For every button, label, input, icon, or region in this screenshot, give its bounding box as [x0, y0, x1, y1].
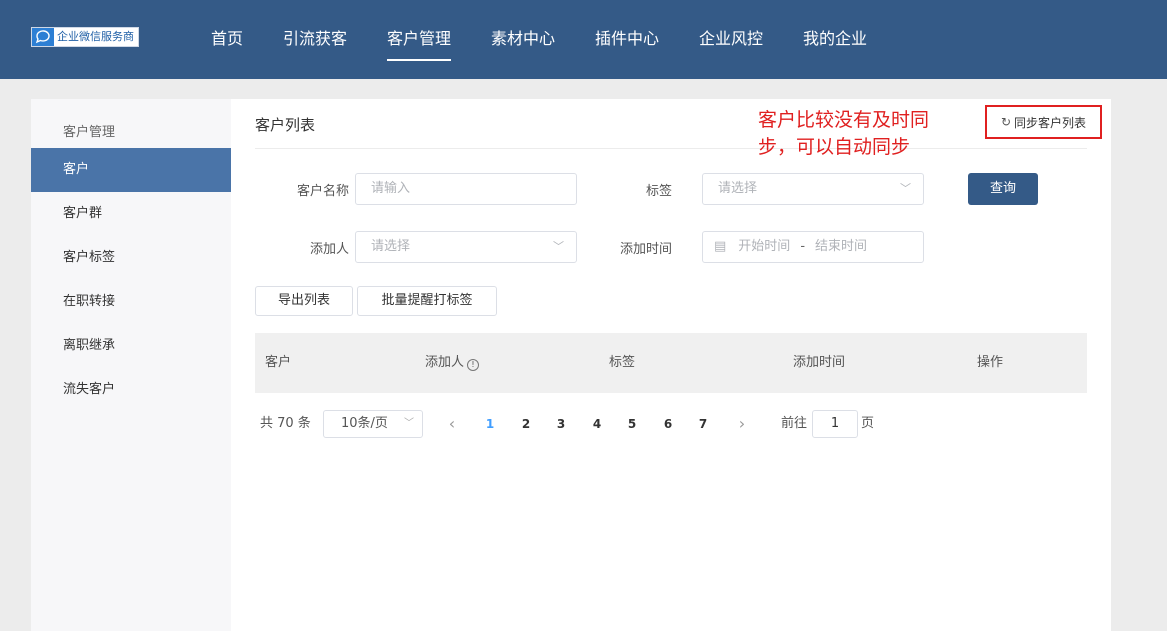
customer-name-placeholder: 请输入: [371, 181, 411, 196]
refresh-icon: ↻: [1000, 115, 1012, 129]
page-title: 客户列表: [255, 116, 316, 134]
page-size-select[interactable]: 10条/页 ﹀: [323, 410, 423, 438]
range-separator: -: [800, 239, 806, 254]
prev-page-button[interactable]: ‹: [442, 410, 462, 438]
add-time-range-picker[interactable]: ▤ 开始时间 - 结束时间: [702, 231, 924, 263]
info-icon[interactable]: !: [467, 359, 480, 371]
nav-risk-control[interactable]: 企业风控: [699, 28, 763, 50]
column-adder-label: 添加人: [425, 355, 465, 370]
sidebar-item-lost-customers[interactable]: 流失客户: [31, 368, 231, 412]
sync-highlight-box: ↻ 同步客户列表: [985, 105, 1102, 139]
add-time-label: 添加时间: [619, 242, 672, 257]
start-time-placeholder: 开始时间: [738, 239, 791, 254]
page-7[interactable]: 7: [693, 410, 713, 438]
main-content: 客户列表 客户比较没有及时同步，可以自动同步 ↻ 同步客户列表 客户名称 请输入…: [255, 99, 1102, 631]
sync-customer-list-button[interactable]: ↻ 同步客户列表: [1001, 114, 1086, 131]
sidebar: 客户管理 客户 客户群 客户标签 在职转接 离职继承 流失客户: [31, 99, 231, 631]
logo-text: 企业微信服务商: [57, 30, 134, 43]
sidebar-item-customers[interactable]: 客户: [31, 148, 231, 192]
title-divider: [255, 148, 1087, 149]
tag-placeholder: 请选择: [718, 181, 758, 196]
sidebar-item-customer-tags[interactable]: 客户标签: [31, 236, 231, 280]
total-count: 共 70 条: [260, 416, 311, 431]
search-button[interactable]: 查询: [968, 173, 1038, 205]
page-size-value: 10条/页: [341, 416, 388, 431]
page-2[interactable]: 2: [516, 410, 536, 438]
table-header: 客户 添加人! 标签 添加时间 操作: [255, 333, 1087, 393]
sync-button-label: 同步客户列表: [1014, 115, 1087, 130]
column-actions: 操作: [977, 355, 1004, 370]
export-list-button[interactable]: 导出列表: [255, 286, 353, 316]
chevron-down-icon: ﹀: [553, 240, 564, 253]
brand-logo[interactable]: 企业微信服务商: [31, 27, 139, 47]
sidebar-title: 客户管理: [63, 125, 116, 140]
sidebar-item-resigned-inherit[interactable]: 离职继承: [31, 324, 231, 368]
page-4[interactable]: 4: [587, 410, 607, 438]
column-adder: 添加人!: [425, 333, 480, 393]
goto-page-input[interactable]: 1: [812, 410, 858, 438]
calendar-icon: ▤: [714, 239, 727, 254]
tag-label: 标签: [645, 184, 672, 199]
chat-bubble-icon: [32, 28, 54, 46]
pagination: 共 70 条 10条/页 ﹀ ‹ 1 2 3 4 5 6 7 › 前往 1 页: [255, 410, 1087, 438]
nav-home[interactable]: 首页: [211, 28, 243, 50]
customer-name-label: 客户名称: [296, 184, 349, 199]
column-tags: 标签: [609, 355, 636, 370]
end-time-placeholder: 结束时间: [815, 239, 868, 254]
page-6[interactable]: 6: [658, 410, 678, 438]
content-panel: 客户管理 客户 客户群 客户标签 在职转接 离职继承 流失客户 客户列表 客户比…: [31, 99, 1111, 631]
annotation-note: 客户比较没有及时同步，可以自动同步: [758, 109, 930, 158]
page-1[interactable]: 1: [480, 410, 500, 438]
adder-label: 添加人: [309, 242, 349, 257]
sidebar-item-customer-groups[interactable]: 客户群: [31, 192, 231, 236]
tag-select[interactable]: 请选择 ﹀: [702, 173, 924, 205]
goto-suffix: 页: [861, 416, 875, 431]
nav-my-enterprise[interactable]: 我的企业: [803, 28, 867, 50]
customer-name-input[interactable]: 请输入: [355, 173, 577, 205]
next-page-button[interactable]: ›: [732, 410, 752, 438]
adder-placeholder: 请选择: [371, 239, 411, 254]
page-5[interactable]: 5: [622, 410, 642, 438]
column-add-time: 添加时间: [793, 355, 846, 370]
nav-traffic[interactable]: 引流获客: [283, 28, 347, 50]
nav-material-center[interactable]: 素材中心: [491, 28, 555, 50]
chevron-down-icon: ﹀: [404, 418, 414, 429]
nav-customer-management[interactable]: 客户管理: [387, 28, 452, 61]
chevron-down-icon: ﹀: [900, 182, 911, 195]
nav-plugin-center[interactable]: 插件中心: [595, 28, 659, 50]
batch-remind-tag-button[interactable]: 批量提醒打标签: [357, 286, 497, 316]
goto-prefix: 前往: [781, 416, 808, 431]
page-3[interactable]: 3: [551, 410, 571, 438]
top-bar: 企业微信服务商 首页 引流获客 客户管理 素材中心 插件中心 企业风控 我的企业: [0, 0, 1167, 79]
column-customer: 客户: [265, 355, 292, 370]
adder-select[interactable]: 请选择 ﹀: [355, 231, 577, 263]
sidebar-item-onjob-transfer[interactable]: 在职转接: [31, 280, 231, 324]
